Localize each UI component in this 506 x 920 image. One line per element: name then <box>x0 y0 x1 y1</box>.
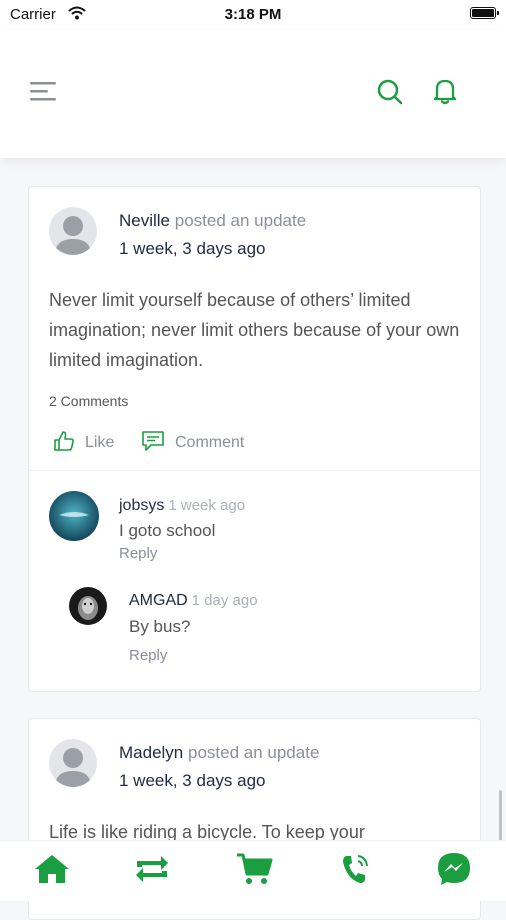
nav-messages[interactable] <box>434 851 474 892</box>
comment-author-line: jobsys 1 week ago <box>119 497 245 515</box>
phone-call-icon <box>338 852 370 891</box>
comment-author-line: AMGAD 1 day ago <box>129 592 258 610</box>
reply-button[interactable]: Reply <box>129 647 167 664</box>
search-icon[interactable] <box>376 78 404 111</box>
status-bar: Carrier 3:18 PM <box>0 0 506 30</box>
like-button[interactable]: Like <box>53 430 115 457</box>
activity-refresh-icon <box>133 853 171 890</box>
messenger-icon <box>436 851 472 892</box>
divider <box>29 470 480 471</box>
comment-time: 1 week ago <box>168 497 246 514</box>
post-author-line: Madelyn posted an update <box>119 743 319 763</box>
comments-count[interactable]: 2 Comments <box>49 393 128 409</box>
post-timestamp: 1 week, 3 days ago <box>119 239 266 258</box>
post-author-line: Neville posted an update <box>119 211 306 231</box>
post-action: posted an update <box>174 211 307 230</box>
nav-home[interactable] <box>32 853 72 889</box>
post-text: Never limit yourself because of others’ … <box>49 290 460 370</box>
bell-icon[interactable] <box>432 77 458 110</box>
nav-cart[interactable] <box>234 853 274 889</box>
comment-avatar[interactable] <box>49 491 99 541</box>
post-author[interactable]: Neville <box>119 211 170 230</box>
comment-button[interactable]: Comment <box>141 430 245 457</box>
post-card: Neville posted an update 1 week, 3 days … <box>28 186 481 692</box>
post-action: posted an update <box>188 743 320 762</box>
comment-avatar[interactable] <box>69 587 107 625</box>
battery-icon <box>470 7 499 19</box>
post-timestamp: 1 week, 3 days ago <box>119 771 266 790</box>
comment-time: 1 day ago <box>191 592 258 609</box>
comment-text: I goto school <box>119 521 216 540</box>
post-author[interactable]: Madelyn <box>119 743 183 762</box>
home-icon <box>33 853 71 890</box>
comment-text: By bus? <box>129 617 191 636</box>
shopping-cart-icon <box>235 852 273 891</box>
comment-author[interactable]: AMGAD <box>129 592 188 609</box>
comment-author[interactable]: jobsys <box>119 497 164 514</box>
comment-label: Comment <box>175 434 245 451</box>
top-header <box>0 30 506 158</box>
avatar[interactable] <box>49 739 97 787</box>
hamburger-menu-icon[interactable] <box>30 80 58 102</box>
thumbs-up-icon <box>53 430 75 457</box>
like-label: Like <box>85 434 115 451</box>
bottom-nav <box>0 840 506 901</box>
avatar[interactable] <box>49 207 97 255</box>
status-time: 3:18 PM <box>224 6 282 23</box>
reply-button[interactable]: Reply <box>119 545 157 562</box>
nav-call[interactable] <box>334 853 374 889</box>
nav-activity[interactable] <box>132 853 172 889</box>
comment-icon <box>141 430 165 457</box>
